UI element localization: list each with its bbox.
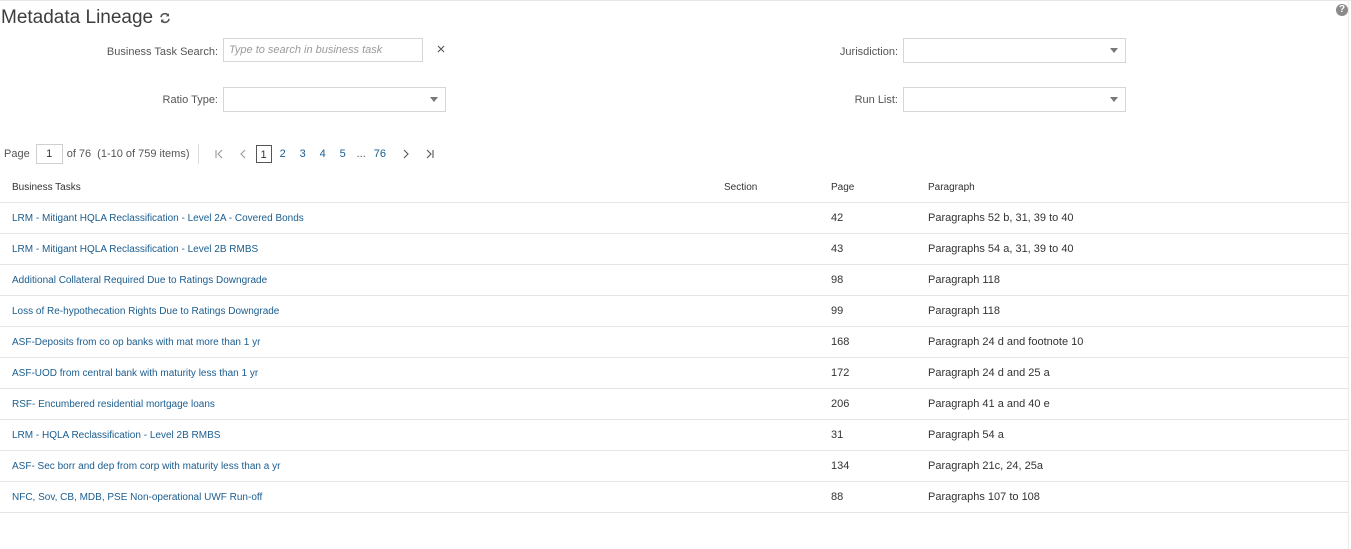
paragraph-cell: Paragraph 118 [928,295,1348,327]
page-link-5[interactable]: 5 [334,148,352,160]
business-task-search-input[interactable] [223,38,423,62]
section-cell [724,450,831,482]
paragraph-cell: Paragraphs 52 b, 31, 39 to 40 [928,202,1348,234]
jurisdiction-select[interactable] [903,38,1126,63]
page-count-label: of 76 [66,148,92,160]
table-row: Additional Collateral Required Due to Ra… [0,264,1348,296]
page-cell: 206 [831,388,928,420]
page-label: Page [4,148,30,160]
run-list-select[interactable] [903,87,1126,112]
table-row: ASF-UOD from central bank with maturity … [0,357,1348,389]
chevron-down-icon [1110,48,1118,53]
business-task-link[interactable]: Loss of Re-hypothecation Rights Due to R… [12,306,279,317]
page-cell: 43 [831,233,928,265]
right-border [1348,0,1349,549]
business-task-link[interactable]: ASF-UOD from central bank with maturity … [12,368,258,379]
items-summary: (1-10 of 759 items) [97,148,190,160]
first-page-icon[interactable] [213,148,225,160]
business-task-link[interactable]: RSF- Encumbered residential mortgage loa… [12,399,215,410]
page-title: Metadata Lineage [1,7,171,29]
paragraph-cell: Paragraphs 107 to 108 [928,481,1348,513]
table-row: ASF-Deposits from co op banks with mat m… [0,326,1348,358]
next-page-icon[interactable] [400,148,412,160]
paragraph-cell: Paragraph 21c, 24, 25a [928,450,1348,482]
section-cell [724,295,831,327]
page-cell: 88 [831,481,928,513]
business-task-link[interactable]: Additional Collateral Required Due to Ra… [12,275,267,286]
table-row: LRM - HQLA Reclassification - Level 2B R… [0,419,1348,451]
business-task-link[interactable]: ASF- Sec borr and dep from corp with mat… [12,461,280,472]
run-list-label: Run List: [854,94,898,106]
paragraph-cell: Paragraphs 54 a, 31, 39 to 40 [928,233,1348,265]
business-task-link[interactable]: LRM - Mitigant HQLA Reclassification - L… [12,213,304,224]
paragraph-cell: Paragraph 54 a [928,419,1348,451]
column-header-page[interactable]: Page [831,172,928,203]
page-cell: 134 [831,450,928,482]
page-link-3[interactable]: 3 [294,148,312,160]
previous-page-icon[interactable] [237,148,249,160]
pager-divider [197,144,199,164]
ratio-type-select[interactable] [223,87,446,112]
table-row: RSF- Encumbered residential mortgage loa… [0,388,1348,420]
page-link-4[interactable]: 4 [314,148,332,160]
table-row: Loss of Re-hypothecation Rights Due to R… [0,295,1348,327]
section-cell [724,419,831,451]
table-row: LRM - Mitigant HQLA Reclassification - L… [0,202,1348,234]
paragraph-cell: Paragraph 24 d and 25 a [928,357,1348,389]
paragraph-cell: Paragraph 118 [928,264,1348,296]
section-cell [724,202,831,234]
chevron-down-icon [1110,97,1118,102]
business-tasks-table: Business Tasks Section Page Paragraph LR… [0,172,1348,513]
business-task-link[interactable]: ASF-Deposits from co op banks with mat m… [12,337,260,348]
chevron-down-icon [430,97,438,102]
last-page-icon[interactable] [424,148,436,160]
help-icon[interactable]: ? [1336,4,1348,16]
section-cell [724,264,831,296]
business-task-link[interactable]: LRM - Mitigant HQLA Reclassification - L… [12,244,258,255]
top-border [0,0,1351,1]
section-cell [724,388,831,420]
paragraph-cell: Paragraph 24 d and footnote 10 [928,326,1348,358]
table-header-row: Business Tasks Section Page Paragraph [0,172,1348,203]
business-task-search-label: Business Task Search: [106,46,218,58]
table-row: LRM - Mitigant HQLA Reclassification - L… [0,233,1348,265]
page-cell: 42 [831,202,928,234]
refresh-icon[interactable] [159,12,171,24]
section-cell [724,326,831,358]
clear-search-icon[interactable] [436,44,446,54]
section-cell [724,357,831,389]
column-header-section[interactable]: Section [724,172,831,203]
column-header-paragraph[interactable]: Paragraph [928,172,1348,203]
section-cell [724,233,831,265]
business-task-link[interactable]: NFC, Sov, CB, MDB, PSE Non-operational U… [12,492,262,503]
page-cell: 99 [831,295,928,327]
page-link-1[interactable]: 1 [255,145,272,163]
page-link-2[interactable]: 2 [274,148,292,160]
business-task-link[interactable]: LRM - HQLA Reclassification - Level 2B R… [12,430,220,441]
page-cell: 98 [831,264,928,296]
page-cell: 31 [831,419,928,451]
column-header-business-tasks[interactable]: Business Tasks [0,172,724,203]
table-row: ASF- Sec borr and dep from corp with mat… [0,450,1348,482]
paragraph-cell: Paragraph 41 a and 40 e [928,388,1348,420]
page-link-last[interactable]: 76 [371,148,389,160]
table-row: NFC, Sov, CB, MDB, PSE Non-operational U… [0,481,1348,513]
section-cell [724,481,831,513]
page-number-input[interactable]: 1 [35,144,63,164]
jurisdiction-label: Jurisdiction: [839,46,898,58]
page-ellipsis: ... [356,148,366,160]
page-cell: 172 [831,357,928,389]
pagination-bar: Page 1 of 76 (1-10 of 759 items) 1 2 3 4… [4,143,442,165]
page-title-text: Metadata Lineage [1,7,154,28]
ratio-type-label: Ratio Type: [162,94,218,106]
page-cell: 168 [831,326,928,358]
